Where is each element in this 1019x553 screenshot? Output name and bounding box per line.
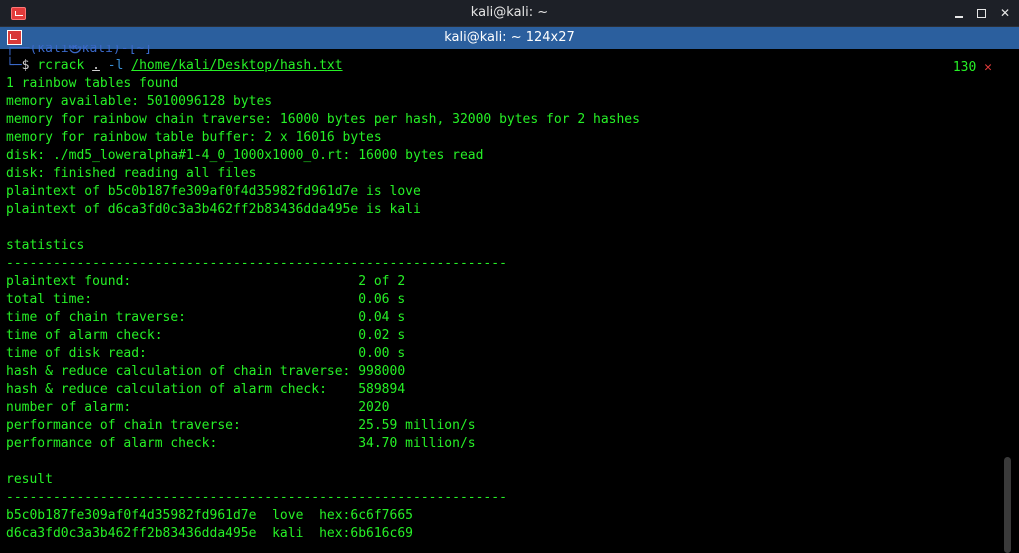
close-icon[interactable]: ✕ xyxy=(997,5,1013,21)
output-line: performance of alarm check: 34.70 millio… xyxy=(6,436,476,451)
maximize-icon[interactable] xyxy=(974,5,990,21)
scrollbar[interactable] xyxy=(1000,49,1019,553)
prompt-line: └─$ rcrack . -l /home/kali/Desktop/hash.… xyxy=(6,57,1000,75)
output-lines: 1 rainbow tables found memory available: … xyxy=(6,75,1000,543)
output-line: plaintext of b5c0b187fe309af0f4d35982fd9… xyxy=(6,184,421,199)
window-title: kali@kali: ~ xyxy=(470,5,549,20)
output-line: time of disk read: 0.00 s xyxy=(6,346,406,361)
terminal-output-area[interactable]: ┌──(kali㉿kali)-[~] └─$ rcrack . -l /home… xyxy=(0,45,1000,553)
prompt-corner: └─ xyxy=(6,58,22,73)
output-line: ----------------------------------------… xyxy=(6,256,507,271)
output-line: hash & reduce calculation of alarm check… xyxy=(6,382,406,397)
terminal-window: kali@kali: ~ ✕ kali@kali: ~ 124x27 ┌──(k… xyxy=(0,0,1019,553)
output-line: number of alarm: 2020 xyxy=(6,400,390,415)
output-line: result xyxy=(6,472,53,487)
output-line: hash & reduce calculation of chain trave… xyxy=(6,364,406,379)
output-line: statistics xyxy=(6,238,85,253)
error-icon: ✕ xyxy=(984,60,992,75)
output-line: memory for rainbow table buffer: 2 x 160… xyxy=(6,130,382,145)
output-line: b5c0b187fe309af0f4d35982fd961d7e love he… xyxy=(6,508,413,523)
scrollbar-thumb[interactable] xyxy=(1004,457,1011,553)
prompt-dollar: $ xyxy=(21,58,38,73)
output-line: memory available: 5010096128 bytes xyxy=(6,94,273,109)
output-line: 1 rainbow tables found xyxy=(6,76,179,91)
output-line: time of chain traverse: 0.04 s xyxy=(6,310,406,325)
output-line: plaintext of d6ca3fd0c3a3b462ff2b83436dd… xyxy=(6,202,421,217)
command-arg-dot: . xyxy=(92,58,100,73)
output-line: disk: ./md5_loweralpha#1-4_0_1000x1000_0… xyxy=(6,148,484,163)
prompt-header-fragment: ┌──(kali㉿kali)-[~] xyxy=(6,45,153,56)
output-line: disk: finished reading all files xyxy=(6,166,257,181)
window-titlebar[interactable]: kali@kali: ~ ✕ xyxy=(0,0,1019,27)
output-line: memory for rainbow chain traverse: 16000… xyxy=(6,112,640,127)
output-line: d6ca3fd0c3a3b462ff2b83436dda495e kali he… xyxy=(6,526,413,541)
output-line: total time: 0.06 s xyxy=(6,292,406,307)
minimize-icon[interactable] xyxy=(951,5,967,21)
exit-code: 130 xyxy=(952,60,977,75)
exit-status: 130 ✕ xyxy=(953,59,992,77)
output-line: plaintext found: 2 of 2 xyxy=(6,274,406,289)
output-line: time of alarm check: 0.02 s xyxy=(6,328,406,343)
tab-title[interactable]: kali@kali: ~ 124x27 xyxy=(0,30,1019,45)
output-line: performance of chain traverse: 25.59 mil… xyxy=(6,418,476,433)
command-path-link[interactable]: /home/kali/Desktop/hash.txt xyxy=(131,58,342,73)
output-line: ----------------------------------------… xyxy=(6,490,507,505)
command-name: rcrack xyxy=(37,58,85,73)
command-flag: -l xyxy=(107,58,124,73)
